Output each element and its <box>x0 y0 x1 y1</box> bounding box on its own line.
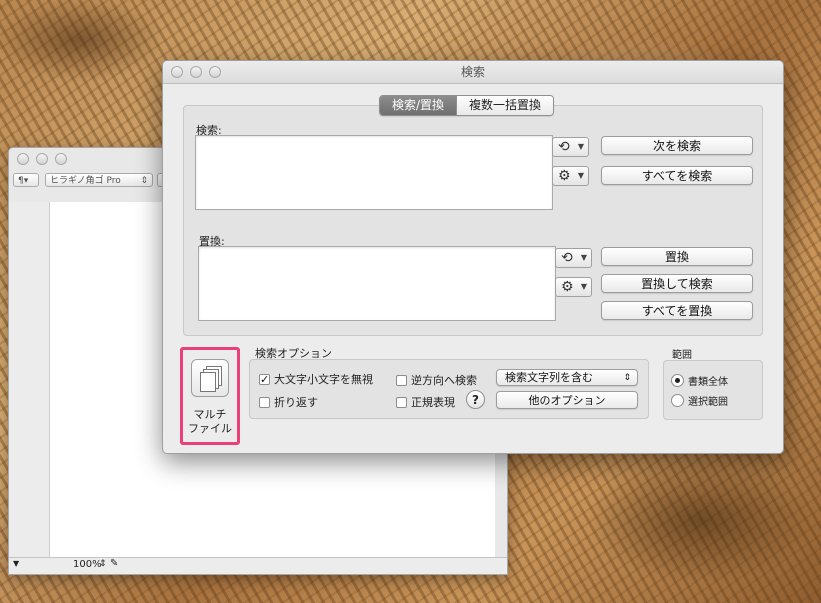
window-controls[interactable] <box>17 153 67 165</box>
multi-file-label-line1: マルチ <box>193 408 227 421</box>
minimize-icon[interactable] <box>36 153 48 165</box>
close-icon[interactable] <box>171 66 183 78</box>
chevron-down-icon: ▼ <box>577 171 584 180</box>
status-bar: ▼ 100% ⇕ ✎ <box>9 557 507 574</box>
multi-file-button[interactable]: マルチ ファイル <box>180 347 240 445</box>
find-window: 検索 検索/置換 複数一括置換 検索: ⟲ ▼ ⚙ ▼ 次を検索 すべてを検索 置換… <box>162 60 784 454</box>
scope-whole-document-radio[interactable]: 書類全体 <box>671 373 728 388</box>
wrap-checkbox[interactable]: 折り返す <box>259 394 318 410</box>
checkbox-box <box>396 374 407 386</box>
ignore-case-checkbox[interactable]: ✓ 大文字小文字を無視 <box>259 371 373 387</box>
chevron-down-icon: ▼ <box>577 142 584 151</box>
zoom-level: 100% <box>73 559 102 570</box>
gear-icon: ⚙ <box>558 168 571 184</box>
mode-tabs: 検索/置換 複数一括置換 <box>379 95 555 116</box>
pencil-icon[interactable]: ✎ <box>110 558 118 569</box>
zoom-stepper[interactable]: ⇕ <box>99 559 107 569</box>
zoom-icon[interactable] <box>209 66 221 78</box>
window-title-text: 検索 <box>460 65 485 79</box>
backwards-checkbox[interactable]: 逆方向へ検索 <box>396 372 477 388</box>
radio-dot <box>671 374 684 387</box>
scope-selection-radio[interactable]: 選択範囲 <box>671 393 728 408</box>
paragraph-popup[interactable]: ¶▾ <box>13 173 39 187</box>
match-mode-value: 検索文字列を含む <box>505 371 593 384</box>
checkbox-box <box>259 396 270 408</box>
font-popup-arrow-icon: ⇕ <box>140 176 148 186</box>
status-menu-icon[interactable]: ▼ <box>13 559 19 568</box>
font-label: ヒラギノ角ゴ Pro <box>50 176 121 186</box>
history-clock-icon: ⟲ <box>558 139 570 155</box>
multi-file-icon <box>191 359 229 397</box>
whole-document-label: 書類全体 <box>688 377 728 388</box>
gear-icon: ⚙ <box>561 279 574 295</box>
ignore-case-label: 大文字小文字を無視 <box>274 373 373 386</box>
line-number-gutter <box>9 202 49 558</box>
scope-group <box>663 360 763 420</box>
replace-button[interactable]: 置換 <box>601 247 753 266</box>
regex-checkbox[interactable]: 正規表現 <box>396 394 455 410</box>
multi-file-label-line2: ファイル <box>188 422 232 435</box>
window-controls[interactable] <box>171 66 221 78</box>
search-options-group <box>249 359 649 419</box>
chevron-down-icon: ▼ <box>580 253 587 262</box>
selection-label: 選択範囲 <box>688 397 728 408</box>
search-field[interactable] <box>195 135 553 210</box>
replace-action-popup[interactable]: ⚙ ▼ <box>555 277 592 297</box>
other-options-button[interactable]: 他のオプション <box>496 391 638 409</box>
chevron-down-icon: ▼ <box>580 282 587 291</box>
tab-find-replace[interactable]: 検索/置換 <box>380 96 457 115</box>
help-button[interactable]: ? <box>466 390 485 409</box>
font-popup[interactable]: ヒラギノ角ゴ Pro ⇕ <box>45 173 153 187</box>
replace-field[interactable] <box>198 246 556 321</box>
zoom-icon[interactable] <box>55 153 67 165</box>
replace-history-popup[interactable]: ⟲ ▼ <box>555 248 592 268</box>
radio-dot <box>671 394 684 407</box>
window-title: 検索 <box>163 61 783 84</box>
find-next-button[interactable]: 次を検索 <box>601 136 753 155</box>
checkmark-icon: ✓ <box>259 372 270 386</box>
match-mode-popup[interactable]: 検索文字列を含む ⇕ <box>496 369 638 386</box>
close-icon[interactable] <box>17 153 29 165</box>
scope-title: 範囲 <box>672 350 692 361</box>
document-sheet <box>200 372 216 392</box>
popup-arrows-icon: ⇕ <box>623 373 631 383</box>
tab-multi-replace[interactable]: 複数一括置換 <box>456 96 554 115</box>
multi-file-label: マルチ ファイル <box>183 408 237 436</box>
search-action-popup[interactable]: ⚙ ▼ <box>552 166 589 186</box>
minimize-icon[interactable] <box>190 66 202 78</box>
find-all-button[interactable]: すべてを検索 <box>601 166 753 185</box>
paragraph-label: ¶▾ <box>18 176 29 186</box>
replace-and-find-button[interactable]: 置換して検索 <box>601 274 753 293</box>
search-history-popup[interactable]: ⟲ ▼ <box>552 137 589 157</box>
replace-all-button[interactable]: すべてを置換 <box>601 301 753 320</box>
wrap-label: 折り返す <box>274 396 318 409</box>
checkbox-box <box>396 396 407 408</box>
history-clock-icon: ⟲ <box>561 250 573 266</box>
backwards-label: 逆方向へ検索 <box>411 374 477 387</box>
regex-label: 正規表現 <box>411 396 455 409</box>
